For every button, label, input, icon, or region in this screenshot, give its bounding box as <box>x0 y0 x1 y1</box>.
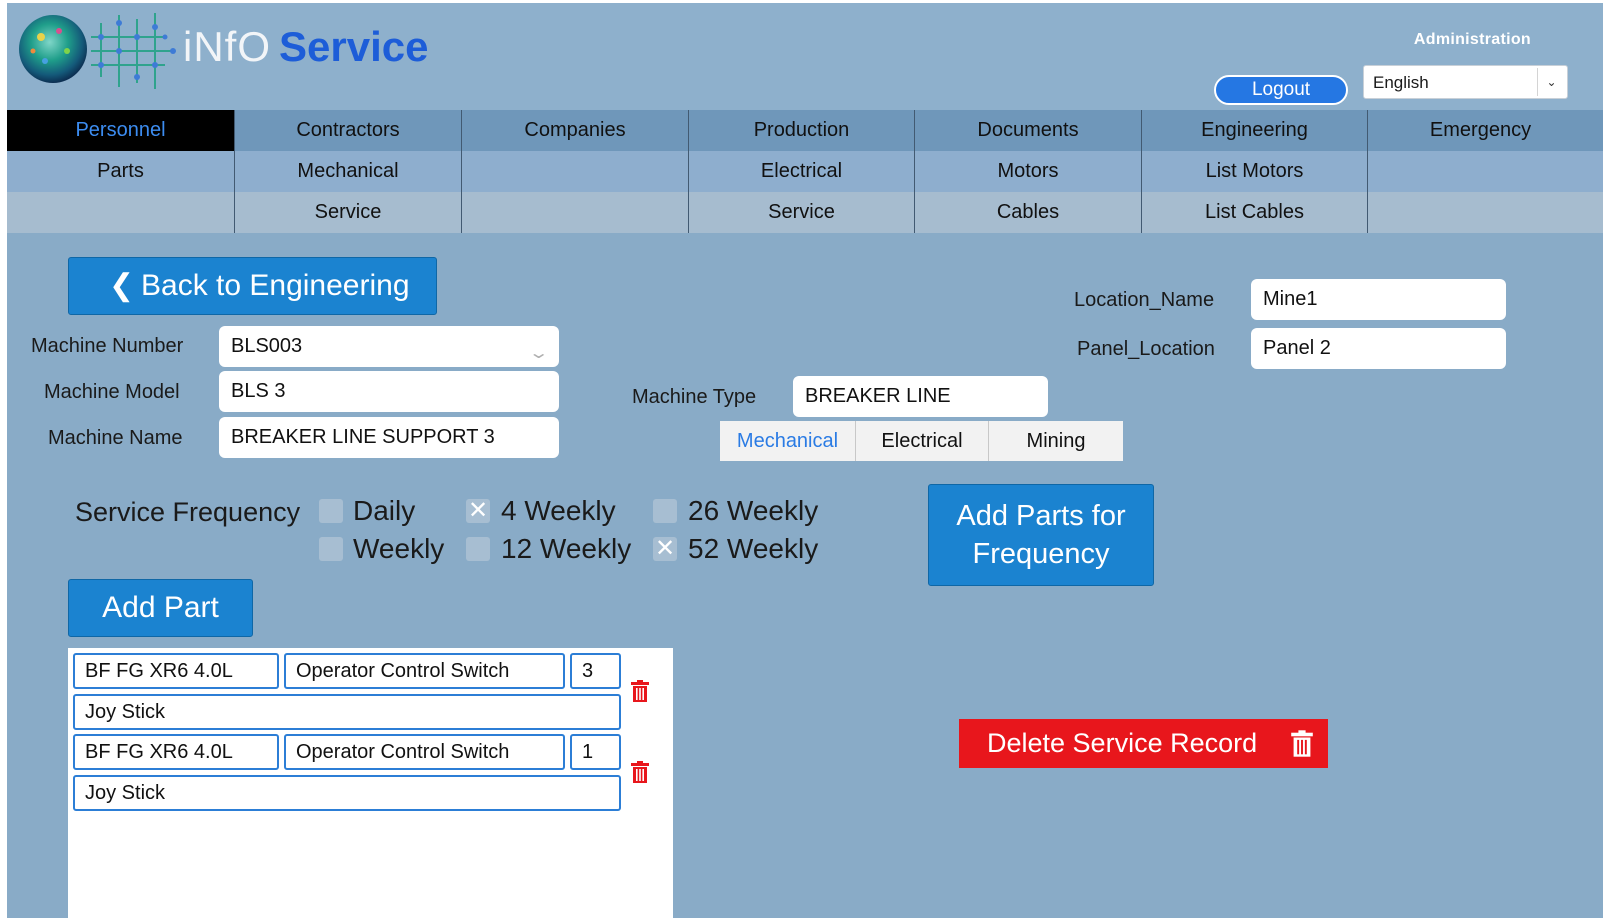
checkbox-label-weekly: Weekly <box>353 533 445 564</box>
add-parts-for-frequency-button[interactable]: Add Parts for Frequency <box>928 484 1154 586</box>
nav-parts[interactable]: Parts <box>7 151 234 192</box>
checkbox-label-daily: Daily <box>353 495 416 526</box>
machine-model-label: Machine Model <box>44 381 180 403</box>
nav-row-1: Personnel Contractors Companies Producti… <box>7 110 1603 151</box>
nav-list-motors[interactable]: List Motors <box>1141 151 1367 192</box>
panel-location-label: Panel_Location <box>1077 338 1215 360</box>
header: iNfO Service Administration Logout Englis… <box>7 3 1603 113</box>
machine-number-label: Machine Number <box>31 335 184 357</box>
brand-part1: iNfO <box>183 23 271 70</box>
nav-documents[interactable]: Documents <box>914 110 1141 151</box>
checkbox-12-weekly[interactable] <box>466 537 490 561</box>
part-note-field[interactable]: Joy Stick <box>73 694 621 730</box>
checkbox-52-weekly[interactable]: ✕ <box>653 537 677 561</box>
delete-service-record-button[interactable]: Delete Service Record <box>959 719 1328 768</box>
nav-row-2: Parts Mechanical Electrical Motors List … <box>7 151 1603 192</box>
app-brand: iNfO Service <box>183 23 428 71</box>
checkbox-daily[interactable] <box>319 499 343 523</box>
chevron-down-icon: ⌄ <box>527 345 550 362</box>
chevron-left-icon: ❮ <box>109 269 135 302</box>
nav-emergency[interactable]: Emergency <box>1367 110 1593 151</box>
location-name-label: Location_Name <box>1074 289 1215 311</box>
nav-contractors[interactable]: Contractors <box>234 110 461 151</box>
nav-engineering[interactable]: Engineering <box>1141 110 1367 151</box>
checkbox-26-weekly[interactable] <box>653 499 677 523</box>
checkbox-4-weekly[interactable]: ✕ <box>466 499 490 523</box>
checkbox-label-12-weekly: 12 Weekly <box>501 533 632 564</box>
machine-name-label: Machine Name <box>48 427 183 449</box>
nav-mechanical-service[interactable]: Service <box>234 192 461 233</box>
segment-mechanical[interactable]: Mechanical <box>720 421 855 461</box>
segment-electrical[interactable]: Electrical <box>855 421 988 461</box>
chevron-down-icon: ⌄ <box>1537 68 1565 96</box>
main-nav: Personnel Contractors Companies Producti… <box>7 110 1603 233</box>
add-parts-line2: Frequency <box>972 538 1110 570</box>
parts-list: BF FG XR6 4.0L Operator Control Switch 3… <box>68 648 673 918</box>
administration-link[interactable]: Administration <box>1414 31 1531 49</box>
trash-icon[interactable] <box>630 761 650 783</box>
machine-model-field[interactable]: BLS 3 <box>219 371 559 412</box>
nav-empty <box>7 192 234 233</box>
part-note-field[interactable]: Joy Stick <box>73 775 621 811</box>
language-value: English <box>1373 73 1429 92</box>
nav-cables[interactable]: Cables <box>914 192 1141 233</box>
add-part-button[interactable]: Add Part <box>68 579 253 637</box>
nav-list-cables[interactable]: List Cables <box>1141 192 1367 233</box>
part-number-field[interactable]: BF FG XR6 4.0L <box>73 653 279 689</box>
service-frequency-label: Service Frequency <box>75 497 301 527</box>
machine-category-segments: Mechanical Electrical Mining <box>720 421 1123 461</box>
trash-icon[interactable] <box>630 680 650 702</box>
machine-number-value: BLS003 <box>231 335 303 357</box>
nav-empty <box>461 192 688 233</box>
add-parts-line1: Add Parts for <box>956 500 1126 532</box>
checkbox-label-52-weekly: 52 Weekly <box>688 533 819 564</box>
checkbox-label-4-weekly: 4 Weekly <box>501 495 616 526</box>
part-quantity-field[interactable]: 1 <box>570 734 621 770</box>
nav-motors[interactable]: Motors <box>914 151 1141 192</box>
back-button-label: Back to Engineering <box>141 269 410 302</box>
location-name-field[interactable]: Mine1 <box>1251 279 1506 320</box>
nav-empty <box>1367 192 1593 233</box>
segment-mining[interactable]: Mining <box>988 421 1123 461</box>
brand-part2: Service <box>279 23 429 70</box>
logo-icon <box>19 13 176 89</box>
machine-number-select[interactable]: BLS003 ⌄ <box>219 326 559 367</box>
nav-empty <box>1367 151 1593 192</box>
part-quantity-field[interactable]: 3 <box>570 653 621 689</box>
trash-icon <box>1291 730 1313 757</box>
nav-mechanical[interactable]: Mechanical <box>234 151 461 192</box>
machine-type-field[interactable]: BREAKER LINE <box>793 376 1048 417</box>
app-window: iNfO Service Administration Logout Englis… <box>7 3 1603 918</box>
machine-type-label: Machine Type <box>632 386 757 408</box>
nav-empty <box>461 151 688 192</box>
machine-name-field[interactable]: BREAKER LINE SUPPORT 3 <box>219 417 559 458</box>
part-description-field[interactable]: Operator Control Switch <box>284 734 565 770</box>
nav-row-3: Service Service Cables List Cables <box>7 192 1603 233</box>
nav-personnel[interactable]: Personnel <box>7 110 234 151</box>
nav-production[interactable]: Production <box>688 110 914 151</box>
part-number-field[interactable]: BF FG XR6 4.0L <box>73 734 279 770</box>
nav-companies[interactable]: Companies <box>461 110 688 151</box>
panel-location-field[interactable]: Panel 2 <box>1251 328 1506 369</box>
part-description-field[interactable]: Operator Control Switch <box>284 653 565 689</box>
nav-electrical[interactable]: Electrical <box>688 151 914 192</box>
logout-button[interactable]: Logout <box>1214 75 1348 105</box>
back-to-engineering-button[interactable]: ❮ Back to Engineering <box>68 257 437 315</box>
delete-button-label: Delete Service Record <box>987 728 1258 758</box>
language-select[interactable]: English ⌄ <box>1363 65 1568 99</box>
checkbox-weekly[interactable] <box>319 537 343 561</box>
checkbox-label-26-weekly: 26 Weekly <box>688 495 819 526</box>
nav-electrical-service[interactable]: Service <box>688 192 914 233</box>
